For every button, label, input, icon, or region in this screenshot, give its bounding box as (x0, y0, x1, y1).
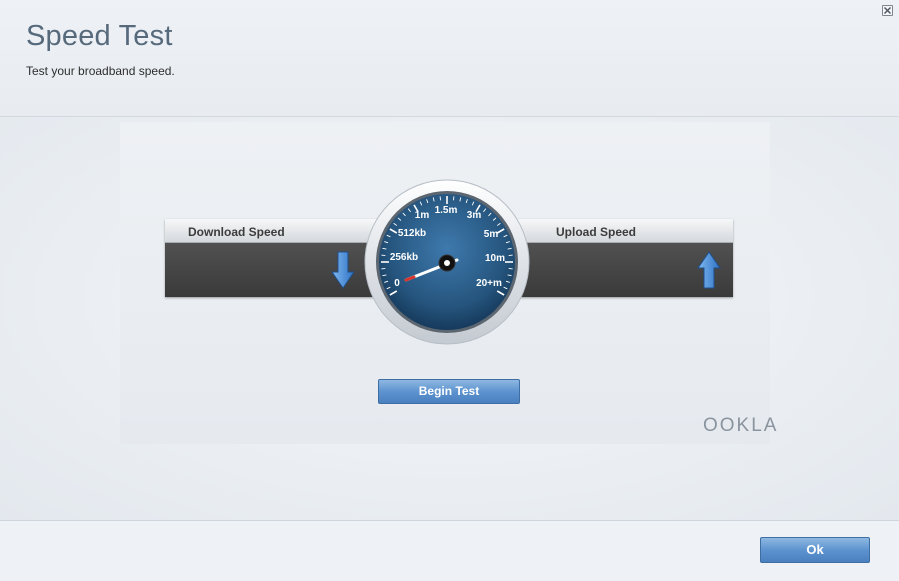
gauge-label-1m: 1m (415, 210, 430, 221)
close-button[interactable] (882, 5, 893, 16)
page-title: Speed Test (26, 20, 173, 53)
download-speed-header: Download Speed (165, 219, 389, 243)
gauge-label-5m: 5m (484, 229, 499, 240)
download-speed-panel: Download Speed (165, 219, 389, 297)
gauge-label-0: 0 (394, 278, 400, 289)
ok-button[interactable]: Ok (760, 537, 870, 563)
download-speed-label: Download Speed (188, 225, 285, 239)
gauge-dial: 0 256kb 512kb 1m 1.5m 3m 5m 10m 20+m (364, 179, 530, 345)
upload-speed-panel: Upload Speed (508, 219, 733, 297)
upload-speed-header: Upload Speed (508, 219, 733, 243)
gauge-label-10m: 10m (485, 253, 505, 264)
gauge-label-1-5m: 1.5m (435, 205, 458, 216)
gauge-hub-center (444, 260, 450, 266)
close-icon (883, 6, 892, 15)
gauge-label-3m: 3m (467, 210, 482, 221)
ookla-logo: OOKLA (703, 415, 778, 437)
arrow-up-icon (697, 251, 721, 289)
begin-test-button[interactable]: Begin Test (378, 379, 520, 404)
gauge-label-20m: 20+m (476, 278, 502, 289)
speed-gauge: 0 256kb 512kb 1m 1.5m 3m 5m 10m 20+m (364, 179, 530, 345)
arrow-down-icon (331, 251, 355, 289)
header: Speed Test Test your broadband speed. (0, 0, 899, 117)
gauge-label-512kb: 512kb (398, 228, 426, 239)
upload-speed-label: Upload Speed (556, 225, 636, 239)
gauge-label-256kb: 256kb (390, 252, 418, 263)
page-subtitle: Test your broadband speed. (26, 64, 175, 78)
